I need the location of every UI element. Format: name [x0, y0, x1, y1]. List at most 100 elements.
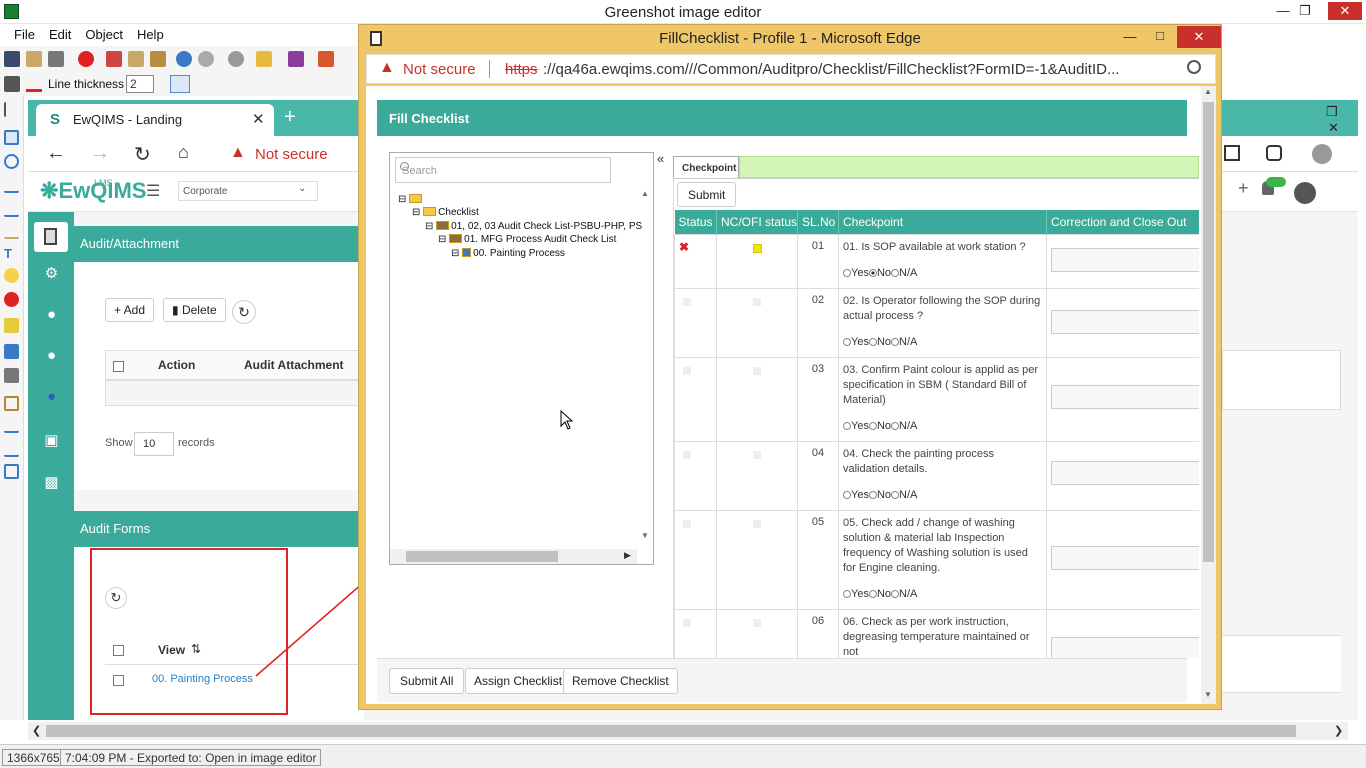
magic-wand-icon[interactable]: [4, 368, 19, 383]
line-color-icon[interactable]: [26, 78, 42, 92]
save-icon[interactable]: [4, 51, 20, 67]
edge-tab[interactable]: S EwQIMS - Landing ✕: [36, 104, 274, 136]
arrow-tool-icon[interactable]: [4, 202, 19, 217]
bg-window-restore-icon[interactable]: ❐: [1326, 104, 1338, 120]
back-icon[interactable]: ←: [46, 142, 66, 165]
hamburger-icon[interactable]: ☰: [146, 181, 160, 201]
ellipse-tool-icon[interactable]: [4, 154, 19, 169]
building-icon[interactable]: ▩: [43, 475, 60, 491]
tree-search-input[interactable]: Search: [395, 157, 611, 183]
settings-icon[interactable]: [228, 51, 244, 67]
radio-yes[interactable]: [843, 268, 851, 277]
counter-tool-icon[interactable]: [4, 292, 19, 307]
menu-object[interactable]: Object: [85, 27, 123, 42]
correction-textarea[interactable]: [1051, 636, 1199, 658]
tab-checkpoint[interactable]: Checkpoint: [673, 156, 739, 178]
tree-node-painting-process[interactable]: ⊟ 00. Painting Process: [451, 248, 565, 259]
radio-no[interactable]: [868, 490, 877, 499]
submit-button[interactable]: Submit: [677, 182, 737, 207]
paste-icon[interactable]: [150, 51, 166, 67]
tree-node-mfg-process[interactable]: ⊟ 01. MFG Process Audit Check List: [438, 234, 616, 245]
flip-tool-icon[interactable]: [4, 442, 19, 457]
menu-help[interactable]: Help: [137, 27, 164, 42]
redo-icon[interactable]: [198, 51, 214, 67]
radio-no[interactable]: [868, 268, 877, 277]
print-icon[interactable]: [48, 51, 64, 67]
freehand-tool-icon[interactable]: [4, 224, 19, 239]
sidebar-item-audit[interactable]: [34, 222, 68, 252]
radio-na[interactable]: [891, 337, 900, 346]
resize-tool-icon[interactable]: [4, 464, 19, 479]
tree-node-audit-checklist[interactable]: ⊟ 01, 02, 03 Audit Check List-PSBU-PHP, …: [425, 221, 642, 232]
refresh-attachments-icon[interactable]: ↻: [232, 300, 256, 324]
home-icon[interactable]: ⌂: [178, 142, 189, 163]
pointer-tool-icon[interactable]: [4, 102, 19, 117]
cut-icon[interactable]: [106, 51, 122, 67]
restore-button[interactable]: ❐: [1294, 2, 1316, 20]
close-button[interactable]: ✕: [1328, 2, 1362, 20]
correction-textarea[interactable]: [1051, 247, 1199, 272]
remove-checklist-button[interactable]: Remove Checklist: [563, 668, 678, 694]
page-size-select[interactable]: 10: [134, 432, 174, 456]
scroll-up-icon[interactable]: ▲: [1204, 87, 1212, 96]
fill-icon[interactable]: [4, 76, 20, 92]
tree-node-checklist-label[interactable]: ⊟ Checklist: [412, 207, 479, 218]
tree-scroll-up-icon[interactable]: ▲: [641, 189, 649, 198]
export-icon[interactable]: [318, 51, 334, 67]
menu-file[interactable]: File: [14, 27, 35, 42]
tab-close-icon[interactable]: ✕: [252, 110, 265, 128]
crop-tool-icon[interactable]: [4, 396, 19, 411]
tree-hscroll-thumb[interactable]: [406, 551, 558, 562]
gear-icon[interactable]: ⚙: [43, 266, 60, 282]
popup-not-secure[interactable]: Not secure: [403, 61, 476, 78]
hscroll-thumb[interactable]: [46, 725, 1296, 737]
zoom-icon[interactable]: [1187, 60, 1201, 74]
highlight-tool-icon[interactable]: [4, 318, 19, 333]
delete-button[interactable]: ▮ Delete: [163, 298, 226, 322]
tree-hscroll[interactable]: ▶: [390, 549, 637, 564]
submit-all-button[interactable]: Submit All: [389, 668, 465, 694]
text-tool-icon[interactable]: T: [4, 246, 19, 261]
popup-close-button[interactable]: ✕: [1177, 26, 1221, 48]
assign-checklist-button[interactable]: Assign Checklist: [465, 668, 572, 694]
radio-yes[interactable]: [843, 421, 851, 430]
annotation-rectangle[interactable]: [90, 548, 288, 715]
radio-yes[interactable]: [843, 490, 851, 499]
url-scheme[interactable]: https: [505, 61, 538, 78]
correction-textarea[interactable]: [1051, 545, 1199, 570]
hscroll-right-icon[interactable]: ❯: [1334, 724, 1343, 737]
radio-na[interactable]: [891, 589, 900, 598]
popup-minimize-button[interactable]: —: [1119, 28, 1141, 46]
refresh-icon[interactable]: ↻: [134, 142, 151, 167]
plugin-icon[interactable]: [288, 51, 304, 67]
clipboard-icon[interactable]: [26, 51, 42, 67]
popup-maximize-button[interactable]: □: [1149, 27, 1171, 45]
tree-scroll-right-icon[interactable]: ▶: [624, 550, 631, 561]
line-tool-icon[interactable]: [4, 178, 19, 193]
user-avatar[interactable]: [1294, 182, 1316, 204]
copy-icon[interactable]: [128, 51, 144, 67]
rotate-tool-icon[interactable]: [4, 418, 19, 433]
stop-icon[interactable]: [78, 51, 94, 67]
radio-na[interactable]: [891, 490, 900, 499]
forward-icon[interactable]: →: [90, 142, 110, 165]
user-check-icon[interactable]: ●: [43, 389, 60, 405]
add-button[interactable]: + Add: [105, 298, 155, 322]
hscroll-left-icon[interactable]: ❮: [32, 724, 41, 737]
radio-no[interactable]: [868, 421, 877, 430]
emoji-icon[interactable]: [256, 51, 272, 67]
presentation-icon[interactable]: ▣: [43, 433, 60, 449]
shadow-toggle-icon[interactable]: [170, 75, 190, 93]
user-settings-icon[interactable]: ●: [43, 348, 60, 364]
canvas-hscroll[interactable]: ❮ ❯: [28, 722, 1348, 740]
rectangle-tool-icon[interactable]: [4, 130, 19, 145]
radio-na[interactable]: [891, 421, 900, 430]
correction-textarea[interactable]: [1051, 460, 1199, 485]
popup-vscroll[interactable]: ▲ ▼: [1201, 86, 1216, 704]
feedback-icon[interactable]: [1266, 145, 1282, 161]
not-secure-label[interactable]: Not secure: [255, 146, 328, 163]
radio-na[interactable]: [891, 268, 900, 277]
select-all-checkbox[interactable]: [113, 361, 124, 372]
new-tab-icon[interactable]: +: [284, 106, 296, 129]
speech-bubble-tool-icon[interactable]: [4, 268, 19, 283]
